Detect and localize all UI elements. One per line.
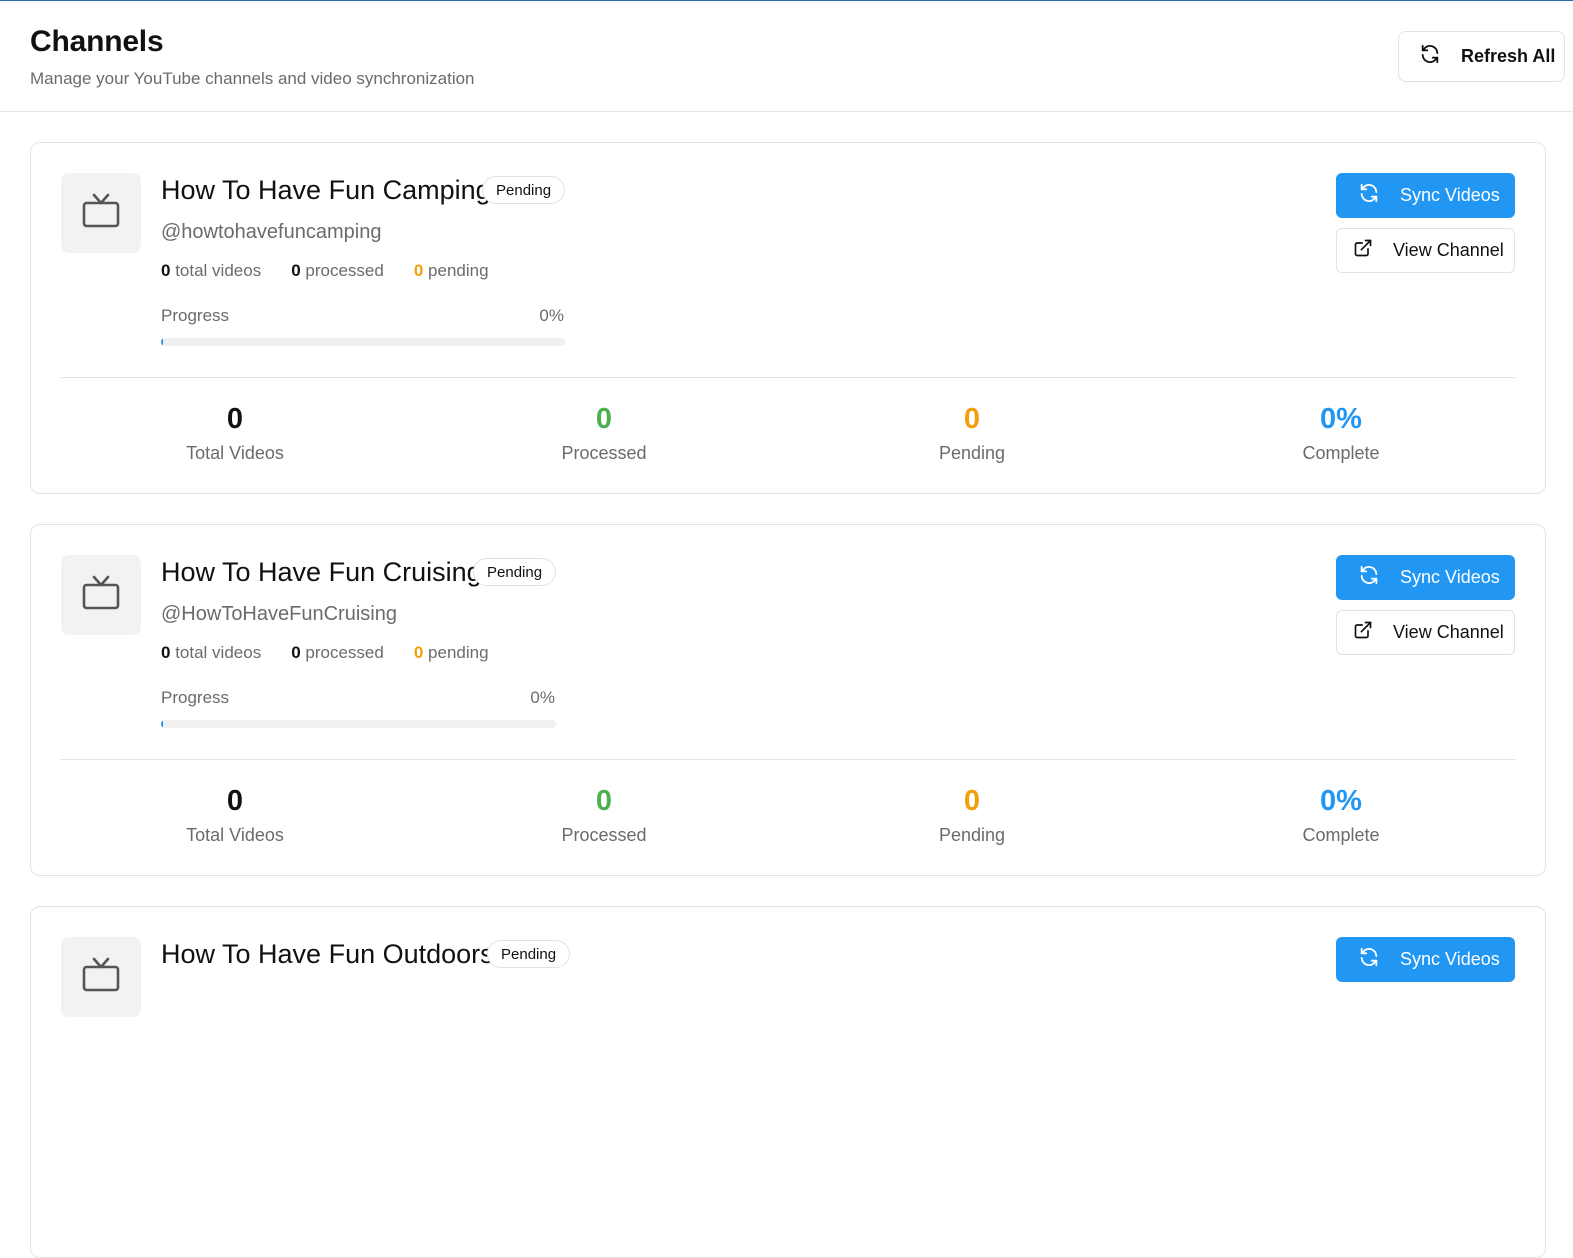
- view-channel-button[interactable]: View Channel: [1336, 228, 1515, 273]
- channel-card: How To Have Fun Camping Pending @howtoha…: [30, 142, 1546, 494]
- stat-processed: 0 Processed: [504, 783, 704, 846]
- sync-videos-label: Sync Videos: [1400, 949, 1500, 969]
- sync-videos-button[interactable]: Sync Videos: [1336, 555, 1515, 600]
- channel-card: How To Have Fun Outdoors Pending Sync Vi…: [30, 906, 1546, 1258]
- view-channel-label: View Channel: [1393, 622, 1504, 642]
- refresh-all-button[interactable]: Refresh All: [1398, 31, 1565, 82]
- pending-count: 0 pending: [413, 643, 489, 662]
- progress-label: Progress: [161, 688, 230, 707]
- total-videos-count: 0 total videos: [161, 261, 262, 280]
- channel-avatar: [61, 173, 141, 253]
- stat-label: Complete: [1302, 443, 1380, 463]
- stat-label: Total Videos: [186, 443, 284, 463]
- stat-pending: 0 Pending: [872, 401, 1072, 464]
- page-title: Channels: [30, 25, 164, 58]
- page-subtitle: Manage your YouTube channels and video s…: [30, 69, 475, 88]
- channel-avatar: [61, 555, 141, 635]
- card-divider: [61, 759, 1515, 760]
- channel-counts: 0 total videos 0 processed 0 pending: [161, 643, 489, 663]
- status-badge: Pending: [482, 176, 566, 204]
- external-link-icon: [1353, 620, 1373, 645]
- processed-count: 0 processed: [291, 643, 384, 662]
- tv-icon: [81, 573, 121, 618]
- progress-percent: 0%: [539, 306, 564, 325]
- tv-icon: [81, 955, 121, 1000]
- channel-card: How To Have Fun Cruising Pending @HowToH…: [30, 524, 1546, 876]
- stat-complete: 0% Complete: [1241, 401, 1441, 464]
- stat-label: Pending: [938, 825, 1006, 845]
- stat-value: 0: [595, 403, 613, 435]
- stat-value: 0: [595, 785, 613, 817]
- stat-value: 0%: [1320, 403, 1362, 435]
- refresh-icon: [1419, 43, 1441, 70]
- channel-name: How To Have Fun Camping: [161, 175, 491, 205]
- tv-icon: [81, 191, 121, 236]
- view-channel-label: View Channel: [1393, 240, 1504, 260]
- stat-value: 0: [226, 785, 244, 817]
- stat-total-videos: 0 Total Videos: [135, 783, 335, 846]
- pending-count: 0 pending: [413, 261, 489, 280]
- status-badge: Pending: [473, 558, 557, 586]
- external-link-icon: [1353, 238, 1373, 263]
- stat-value: 0: [963, 785, 981, 817]
- total-videos-count: 0 total videos: [161, 643, 262, 662]
- progress-fill: [161, 720, 163, 728]
- stat-value: 0%: [1320, 785, 1362, 817]
- progress-label: Progress: [161, 306, 230, 325]
- sync-videos-button[interactable]: Sync Videos: [1336, 937, 1515, 982]
- progress-bar: [161, 720, 556, 728]
- stat-complete: 0% Complete: [1241, 783, 1441, 846]
- stat-label: Pending: [938, 443, 1006, 463]
- stat-label: Processed: [561, 443, 647, 463]
- channel-counts: 0 total videos 0 processed 0 pending: [161, 261, 489, 281]
- stat-value: 0: [226, 403, 244, 435]
- stat-processed: 0 Processed: [504, 401, 704, 464]
- processed-count: 0 processed: [291, 261, 384, 280]
- channel-avatar: [61, 937, 141, 1017]
- stat-label: Processed: [561, 825, 647, 845]
- sync-videos-button[interactable]: Sync Videos: [1336, 173, 1515, 218]
- progress-bar: [161, 338, 565, 346]
- page-header: Channels Manage your YouTube channels an…: [0, 1, 1573, 112]
- sync-videos-label: Sync Videos: [1400, 185, 1500, 205]
- card-divider: [61, 377, 1515, 378]
- progress-fill: [161, 338, 163, 346]
- channel-handle: @HowToHaveFunCruising: [161, 603, 397, 625]
- progress-percent: 0%: [530, 688, 555, 707]
- stat-label: Complete: [1302, 825, 1380, 845]
- channel-handle: @howtohavefuncamping: [161, 221, 382, 243]
- stat-pending: 0 Pending: [872, 783, 1072, 846]
- refresh-all-label: Refresh All: [1461, 46, 1556, 66]
- channel-name: How To Have Fun Cruising: [161, 557, 482, 587]
- stat-label: Total Videos: [186, 825, 284, 845]
- channel-name: How To Have Fun Outdoors: [161, 939, 494, 969]
- sync-videos-label: Sync Videos: [1400, 567, 1500, 587]
- sync-icon: [1358, 564, 1380, 591]
- stat-value: 0: [963, 403, 981, 435]
- sync-icon: [1358, 182, 1380, 209]
- view-channel-button[interactable]: View Channel: [1336, 610, 1515, 655]
- status-badge: Pending: [487, 940, 571, 968]
- stat-total-videos: 0 Total Videos: [135, 401, 335, 464]
- sync-icon: [1358, 946, 1380, 973]
